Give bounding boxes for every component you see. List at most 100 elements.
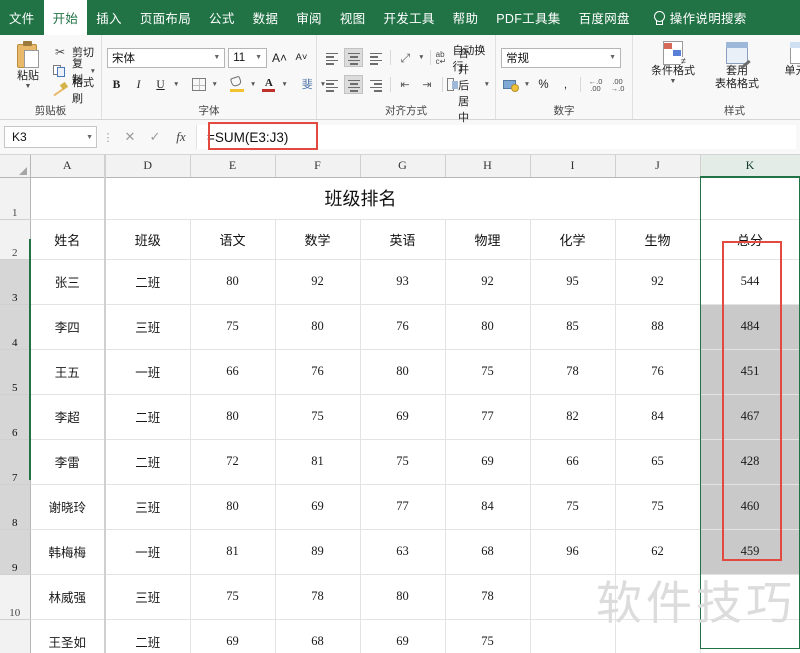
cell-J11[interactable] [615, 619, 701, 653]
cell-G2[interactable]: 英语 [360, 219, 446, 260]
formula-input[interactable]: =SUM(E3:J3) [196, 125, 796, 149]
cell-I6[interactable]: 82 [530, 394, 616, 440]
cell-A5[interactable]: 王五 [30, 349, 106, 395]
cell-H2[interactable]: 物理 [445, 219, 531, 260]
cell-K1[interactable] [700, 177, 800, 220]
cell-J10[interactable] [615, 574, 701, 620]
row-header-11[interactable]: 11 [0, 619, 31, 653]
cell-A10[interactable]: 林威强 [30, 574, 106, 620]
cell-F4[interactable]: 80 [275, 304, 361, 350]
column-header-J[interactable]: J [615, 155, 701, 178]
align-top-button[interactable] [322, 48, 341, 67]
cell-G9[interactable]: 63 [360, 529, 446, 575]
chevron-down-icon[interactable]: ▼ [25, 83, 32, 91]
cell-K10[interactable] [700, 574, 800, 620]
column-header-H[interactable]: H [445, 155, 531, 178]
chevron-down-icon[interactable]: ▼ [484, 81, 490, 88]
chevron-down-icon[interactable]: ▼ [253, 54, 264, 61]
chevron-down-icon[interactable]: ▼ [173, 81, 179, 88]
cell-G8[interactable]: 77 [360, 484, 446, 530]
increase-font-size-button[interactable]: A˄ [270, 48, 289, 67]
chevron-down-icon[interactable]: ▼ [281, 81, 287, 88]
cell-K4[interactable]: 484 [700, 304, 800, 350]
cell-G4[interactable]: 76 [360, 304, 446, 350]
cell-E9[interactable]: 81 [190, 529, 276, 575]
ribbon-tab-view[interactable]: 视图 [331, 0, 375, 35]
cell-F2[interactable]: 数学 [275, 219, 361, 260]
cell-E5[interactable]: 66 [190, 349, 276, 395]
font-color-button[interactable]: A [259, 75, 278, 94]
cell-K11[interactable] [700, 619, 800, 653]
cell-D4[interactable]: 三班 [104, 304, 191, 350]
number-format-combobox[interactable]: 常规 ▼ [501, 47, 621, 68]
cell-K2[interactable]: 总分 [700, 219, 800, 260]
fill-color-button[interactable] [228, 75, 247, 94]
ribbon-tab-pdf-tools[interactable]: PDF工具集 [487, 0, 569, 35]
insert-function-button[interactable]: fx [169, 129, 193, 145]
cell-H4[interactable]: 80 [445, 304, 531, 350]
merge-center-button[interactable]: 合并后居中 ▼ [447, 48, 490, 124]
column-header-G[interactable]: G [360, 155, 446, 178]
cell-F3[interactable]: 92 [275, 259, 361, 305]
row-header-5[interactable]: 5 [0, 349, 31, 395]
cell-I5[interactable]: 78 [530, 349, 616, 395]
chevron-down-icon[interactable]: ▼ [670, 78, 677, 86]
cell-F9[interactable]: 89 [275, 529, 361, 575]
cell-I2[interactable]: 化学 [530, 219, 616, 260]
name-box[interactable]: K3 ▼ [4, 126, 97, 148]
cell-D8[interactable]: 三班 [104, 484, 191, 530]
comma-format-button[interactable]: , [556, 75, 575, 94]
cell-K3-active[interactable]: 544 [700, 259, 800, 305]
cell-K7[interactable]: 428 [700, 439, 800, 485]
cell-F8[interactable]: 69 [275, 484, 361, 530]
select-all-corner[interactable] [0, 155, 31, 178]
percent-format-button[interactable]: % [534, 75, 553, 94]
ribbon-tab-file[interactable]: 文件 [0, 0, 44, 35]
ribbon-tab-baidu-netdisk[interactable]: 百度网盘 [570, 0, 639, 35]
column-header-E[interactable]: E [190, 155, 276, 178]
cell-J3[interactable]: 92 [615, 259, 701, 305]
formula-bar-grip[interactable]: ⋮ [100, 131, 116, 144]
format-painter-button[interactable]: 格式刷 [53, 77, 96, 105]
column-header-F[interactable]: F [275, 155, 361, 178]
cell-D7[interactable]: 二班 [104, 439, 191, 485]
conditional-formatting-button[interactable]: ≠ 条件格式 ▼ [643, 39, 703, 103]
cell-A2[interactable]: 姓名 [30, 219, 106, 260]
decrease-decimal-button[interactable]: .00 →.0 [608, 75, 627, 94]
column-header-K[interactable]: K [700, 155, 800, 178]
cell-F6[interactable]: 75 [275, 394, 361, 440]
cell-I8[interactable]: 75 [530, 484, 616, 530]
bold-button[interactable]: B [107, 75, 126, 94]
ribbon-tab-page-layout[interactable]: 页面布局 [131, 0, 200, 35]
decrease-indent-button[interactable]: ⇤ [396, 75, 415, 94]
cell-J1[interactable] [615, 177, 701, 220]
column-header-I[interactable]: I [530, 155, 616, 178]
chevron-down-icon[interactable]: ▼ [523, 81, 531, 88]
cell-E10[interactable]: 75 [190, 574, 276, 620]
chevron-down-icon[interactable]: ▼ [418, 54, 425, 61]
row-header-6[interactable]: 6 [0, 394, 31, 440]
row-header-10[interactable]: 10 [0, 574, 31, 620]
ribbon-tab-formulas[interactable]: 公式 [200, 0, 244, 35]
row-header-8[interactable]: 8 [0, 484, 31, 530]
chevron-down-icon[interactable]: ▼ [211, 81, 217, 88]
column-header-A[interactable]: A [30, 155, 106, 178]
cell-H6[interactable]: 77 [445, 394, 531, 440]
row-header-7[interactable]: 7 [0, 439, 31, 485]
column-header-D[interactable]: D [104, 155, 191, 178]
decrease-font-size-button[interactable]: A˅ [292, 48, 311, 67]
cell-I10[interactable] [530, 574, 616, 620]
cell-I3[interactable]: 95 [530, 259, 616, 305]
cell-E6[interactable]: 80 [190, 394, 276, 440]
cell-H3[interactable]: 92 [445, 259, 531, 305]
cell-G6[interactable]: 69 [360, 394, 446, 440]
cell-J4[interactable]: 88 [615, 304, 701, 350]
cell-F10[interactable]: 78 [275, 574, 361, 620]
cell-A4[interactable]: 李四 [30, 304, 106, 350]
paste-button[interactable]: 粘贴 ▼ [5, 39, 51, 103]
cell-D10[interactable]: 三班 [104, 574, 191, 620]
chevron-down-icon[interactable]: ▼ [250, 81, 256, 88]
orientation-button[interactable]: ⤢ [396, 48, 415, 67]
cell-G3[interactable]: 93 [360, 259, 446, 305]
cell-K6[interactable]: 467 [700, 394, 800, 440]
